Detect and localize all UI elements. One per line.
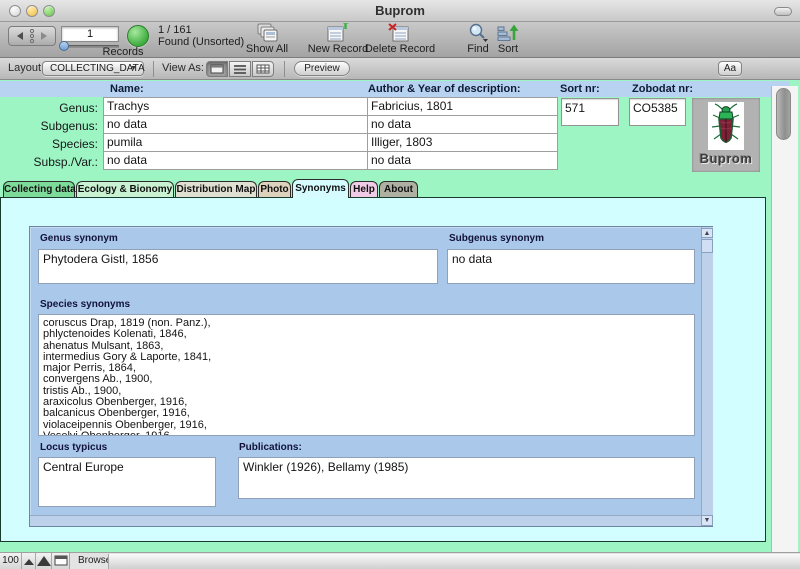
beetle-image <box>708 102 744 150</box>
title-bar: Buprom <box>0 0 800 22</box>
synonyms-tab-panel: Genus synonym Phytodera Gistl, 1856 Subg… <box>0 197 766 542</box>
app-window: Buprom 1 1 / 161 Found (Unsorted) Record… <box>0 0 800 569</box>
view-table-button[interactable] <box>252 61 274 77</box>
window-hscrollbar-track[interactable] <box>108 554 800 569</box>
tab-collecting-data[interactable]: Collecting data <box>3 181 75 197</box>
zoom-out-icon <box>22 553 36 569</box>
tab-photo[interactable]: Photo <box>258 181 291 197</box>
tab-synonyms[interactable]: Synonyms <box>292 179 349 198</box>
subsp-var-label: Subsp./Var.: <box>2 155 98 169</box>
found-set-pie-indicator[interactable] <box>127 25 149 47</box>
view-as-label: View As: <box>162 62 204 74</box>
beetle-icon <box>708 102 744 150</box>
status-bar: 100 Browse <box>0 552 800 569</box>
species-name-field[interactable]: pumila <box>103 133 368 152</box>
genus-synonym-field[interactable]: Phytodera Gistl, 1856 <box>38 249 438 284</box>
layout-popup-menu[interactable]: COLLECTING_DATA ▼ <box>42 61 144 76</box>
sort-button[interactable]: Sort <box>490 23 526 55</box>
view-form-button[interactable] <box>206 61 228 77</box>
record-navigation-control[interactable] <box>8 26 56 46</box>
species-label: Species: <box>2 137 98 151</box>
form-view-icon <box>207 62 227 76</box>
delete-record-icon <box>388 23 412 43</box>
author-column-header: Author & Year of description: <box>368 83 521 95</box>
tab-about[interactable]: About <box>379 181 418 197</box>
new-record-button[interactable]: New Record <box>304 23 372 55</box>
divider <box>153 61 154 77</box>
show-all-button[interactable]: Show All <box>236 23 298 55</box>
zoom-out-button[interactable] <box>22 553 36 569</box>
window-scrollbar-thumb[interactable] <box>776 88 791 140</box>
synonyms-inner-panel: Genus synonym Phytodera Gistl, 1856 Subg… <box>29 226 713 527</box>
genus-author-field[interactable]: Fabricius, 1801 <box>367 97 558 116</box>
format-button[interactable]: Aa <box>718 61 742 76</box>
panel-vscrollbar-track[interactable] <box>701 227 713 515</box>
window-title: Buprom <box>0 3 800 18</box>
list-view-icon <box>230 62 250 76</box>
mode-popup[interactable]: Browse <box>78 555 111 566</box>
sort-nr-header: Sort nr: <box>560 83 600 95</box>
panel-vscrollbar-thumb[interactable] <box>701 239 713 253</box>
find-icon <box>466 23 490 43</box>
subgenus-synonym-field[interactable]: no data <box>447 249 695 284</box>
sort-nr-field[interactable]: 571 <box>561 98 619 126</box>
zoom-in-button[interactable] <box>36 553 52 569</box>
subgenus-synonym-label: Subgenus synonym <box>449 233 544 244</box>
tab-distribution-map[interactable]: Distribution Map <box>175 181 257 197</box>
species-synonyms-field[interactable]: coruscus Drap, 1819 (non. Panz.), phlyct… <box>38 314 695 436</box>
species-author-field[interactable]: Illiger, 1803 <box>367 133 558 152</box>
genus-label: Genus: <box>2 101 98 115</box>
publications-label: Publications: <box>239 442 302 453</box>
field-header-band: Name: Author & Year of description: Sort… <box>0 81 790 97</box>
tab-ecology-bionomy[interactable]: Ecology & Bionomy <box>76 181 174 197</box>
found-count: 1 / 161 <box>158 24 192 36</box>
logo-text: Buprom <box>692 151 760 166</box>
name-column-header: Name: <box>110 83 144 95</box>
zobodat-nr-field[interactable]: CO5385 <box>629 98 686 126</box>
genus-synonym-label: Genus synonym <box>40 233 118 244</box>
locus-typicus-field[interactable]: Central Europe <box>38 457 216 507</box>
panel-hscrollbar-track[interactable] <box>30 515 713 526</box>
zoom-in-icon <box>36 553 52 569</box>
subgenus-author-field[interactable]: no data <box>367 115 558 134</box>
popup-arrow-icon: ▼ <box>130 62 137 76</box>
divider <box>284 61 285 77</box>
toolbar-toggle-button[interactable] <box>774 7 792 16</box>
status-toolbar: 1 1 / 161 Found (Unsorted) Records Show … <box>0 22 800 58</box>
subgenus-label: Subgenus: <box>2 119 98 133</box>
delete-record-button[interactable]: Delete Record <box>364 23 436 55</box>
zoom-level-box: 100 <box>0 553 22 569</box>
sort-icon <box>496 23 520 43</box>
table-view-icon <box>253 62 273 76</box>
status-area-icon <box>52 553 70 569</box>
species-synonyms-label: Species synonyms <box>40 299 130 310</box>
locus-typicus-label: Locus typicus <box>40 442 107 453</box>
layout-bar: Layout: COLLECTING_DATA ▼ View As: <box>0 58 800 80</box>
preview-button[interactable]: Preview <box>294 61 350 76</box>
publications-field[interactable]: Winkler (1926), Bellamy (1985) <box>238 457 695 499</box>
layout-label: Layout: <box>8 62 44 74</box>
tab-help[interactable]: Help <box>350 181 378 197</box>
genus-name-field[interactable]: Trachys <box>103 97 368 116</box>
panel-scroll-down-icon[interactable]: ▼ <box>701 515 713 526</box>
record-number-input[interactable]: 1 <box>61 26 119 42</box>
record-book-icon <box>9 27 55 45</box>
zobodat-nr-header: Zobodat nr: <box>632 83 693 95</box>
records-caption: Records <box>95 46 151 58</box>
show-all-icon <box>255 23 279 43</box>
subsp-author-field[interactable]: no data <box>367 151 558 170</box>
hide-status-area-button[interactable] <box>52 553 70 569</box>
new-record-icon <box>326 23 350 43</box>
view-list-button[interactable] <box>229 61 251 77</box>
subgenus-name-field[interactable]: no data <box>103 115 368 134</box>
record-slider-thumb[interactable] <box>59 41 69 51</box>
window-scrollbar-track[interactable] <box>771 86 798 552</box>
found-status: Found (Unsorted) <box>158 36 244 48</box>
buprom-logo: Buprom <box>692 98 760 172</box>
panel-scroll-up-icon[interactable]: ▲ <box>701 228 713 238</box>
subsp-name-field[interactable]: no data <box>103 151 368 170</box>
